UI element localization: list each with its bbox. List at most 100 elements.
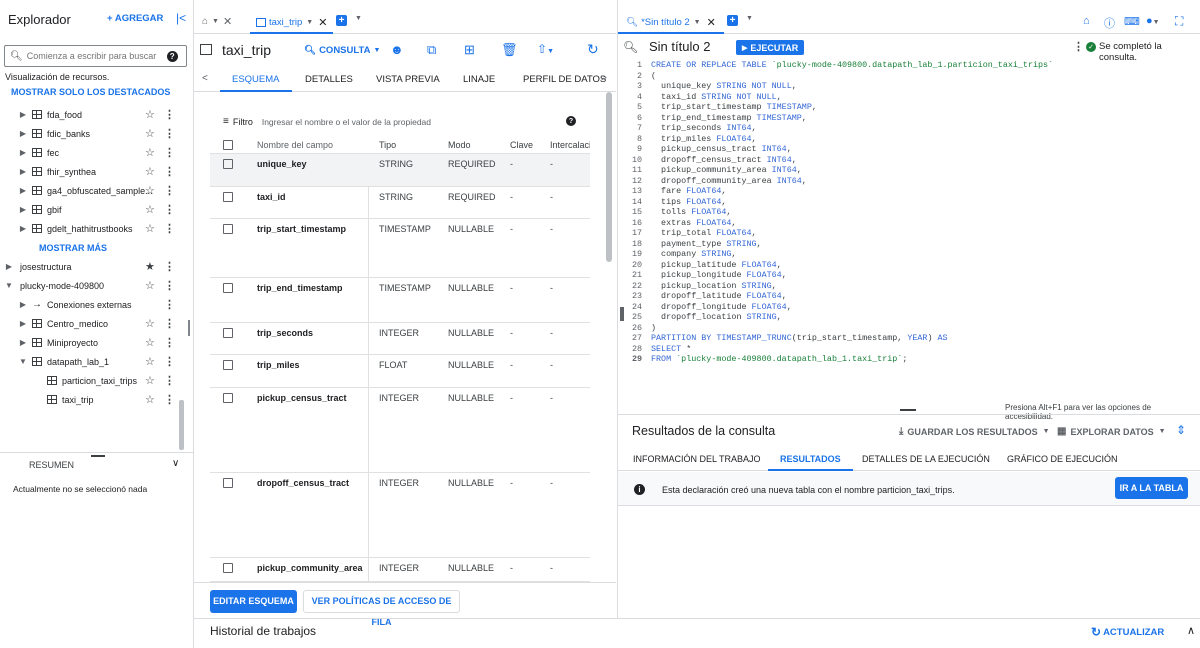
row-checkbox[interactable] (223, 224, 233, 234)
share-icon[interactable]: ☻ (390, 42, 404, 57)
project-item[interactable]: ▼ plucky-mode-409800 ☆ ⋮ (0, 276, 180, 295)
tree-item[interactable]: ▶ fhir_synthea ☆ ⋮ (0, 162, 180, 181)
search-box[interactable]: 🔍︎ ? (4, 45, 187, 67)
tree-item[interactable]: ▶ Centro_medico ☆ ⋮ (0, 314, 180, 333)
tab-job-info[interactable]: INFORMACIÓN DEL TRABAJO (633, 454, 761, 464)
more-icon[interactable]: ⋮ (164, 393, 175, 406)
star-icon[interactable]: ☆ (145, 184, 155, 197)
help-icon[interactable]: ? (166, 50, 178, 62)
sql-code[interactable]: CREATE OR REPLACE TABLE `plucky-mode-409… (651, 60, 1053, 365)
chevron-right-icon[interactable]: ▶ (18, 224, 28, 233)
more-icon[interactable]: ⋮ (164, 279, 175, 292)
more-icon[interactable]: ⋮ (164, 298, 175, 311)
refresh-history-button[interactable]: ↻ ACTUALIZAR (1091, 625, 1164, 639)
refresh-icon[interactable]: ↻ (587, 41, 599, 58)
row-checkbox[interactable] (223, 563, 233, 573)
star-icon[interactable]: ☆ (145, 108, 155, 121)
more-icon[interactable]: ⋮ (164, 203, 175, 216)
more-icon[interactable]: ⋮ (164, 127, 175, 140)
new-tab-icon[interactable]: + (336, 15, 347, 26)
tab-execution-details[interactable]: DETALLES DE LA EJECUCIÓN (862, 454, 990, 464)
home-icon[interactable]: ⌂ (1083, 15, 1090, 27)
run-button[interactable]: ▶ EJECUTAR (736, 40, 805, 55)
tree-item[interactable]: ▶ ga4_obfuscated_sample... ☆ ⋮ (0, 181, 180, 200)
table-row[interactable]: trip_start_timestamp TIMESTAMP NULLABLE - - (210, 219, 590, 278)
export-icon[interactable]: ⇧▼ (537, 42, 554, 56)
bulb-icon[interactable]: ●▼ (1146, 15, 1160, 27)
info-icon[interactable]: ⓘ (1104, 15, 1115, 31)
select-all-checkbox[interactable] (223, 140, 233, 150)
more-icon[interactable]: ⋮ (164, 222, 175, 235)
star-icon[interactable]: ☆ (145, 165, 155, 178)
more-icon[interactable]: ⋮ (164, 184, 175, 197)
new-tab-icon[interactable]: + (727, 15, 738, 26)
table-row[interactable]: trip_miles FLOAT NULLABLE - - (210, 355, 590, 388)
chevron-right-icon[interactable]: ▶ (18, 338, 28, 347)
close-icon[interactable]: ✕ (318, 16, 327, 29)
chevron-down-icon[interactable]: ▼ (18, 357, 28, 366)
more-icon[interactable]: ⋮ (164, 108, 175, 121)
expand-icon[interactable]: ⇕ (1176, 423, 1186, 437)
fullscreen-icon[interactable]: ⛶ (1175, 14, 1183, 29)
row-policy-button[interactable]: VER POLÍTICAS DE ACCESO DE FILA (303, 590, 460, 627)
star-icon[interactable]: ☆ (145, 127, 155, 140)
tabs-scroll-left-icon[interactable]: < (202, 73, 208, 84)
editor-resize-handle[interactable] (620, 307, 624, 321)
row-checkbox[interactable] (223, 192, 233, 202)
chevron-right-icon[interactable]: ▶ (4, 262, 14, 271)
star-icon[interactable]: ☆ (145, 374, 155, 387)
star-icon[interactable]: ☆ (145, 355, 155, 368)
tab-linaje[interactable]: LINAJE (463, 74, 495, 85)
chevron-down-icon[interactable]: ▼ (4, 281, 14, 290)
more-icon[interactable]: ⋮ (164, 317, 175, 330)
tree-item[interactable]: ▶ fec ☆ ⋮ (0, 143, 180, 162)
help-icon[interactable]: ? (566, 116, 576, 126)
tree-item[interactable]: ▶ Miniproyecto ☆ ⋮ (0, 333, 180, 352)
star-filled-icon[interactable]: ★ (145, 260, 155, 273)
tree-item[interactable]: ▼ datapath_lab_1 ☆ ⋮ (0, 352, 180, 371)
row-checkbox[interactable] (223, 393, 233, 403)
row-checkbox[interactable] (223, 283, 233, 293)
table-item[interactable]: particion_taxi_trips ☆ ⋮ (0, 371, 180, 390)
tab-execution-graph[interactable]: GRÁFICO DE EJECUCIÓN (1007, 454, 1118, 464)
star-icon[interactable]: ☆ (145, 317, 155, 330)
tab-results[interactable]: RESULTADOS (768, 447, 853, 471)
more-icon[interactable]: ⋮ (164, 336, 175, 349)
table-row[interactable]: trip_seconds INTEGER NULLABLE - - (210, 323, 590, 355)
row-checkbox[interactable] (223, 478, 233, 488)
more-icon[interactable]: ⋮ (1073, 40, 1084, 53)
save-results-button[interactable]: ⤓ GUARDAR LOS RESULTADOS ▼ (899, 426, 1050, 437)
tree-item[interactable]: ▶ fdic_banks ☆ ⋮ (0, 124, 180, 143)
close-icon[interactable]: ✕ (707, 16, 716, 29)
tree-item[interactable]: ▶ gdelt_hathitrustbooks ☆ ⋮ (0, 219, 180, 238)
home-tab[interactable]: ⌂ ▼ ✕ (202, 15, 232, 28)
chevron-right-icon[interactable]: ▶ (18, 186, 28, 195)
star-icon[interactable]: ☆ (145, 279, 155, 292)
star-icon[interactable]: ☆ (145, 146, 155, 159)
tree-item[interactable]: ▶ gbif ☆ ⋮ (0, 200, 180, 219)
show-more-link[interactable]: MOSTRAR MÁS (39, 243, 107, 253)
resize-handle[interactable] (188, 320, 190, 336)
project-item[interactable]: ▶ josestructura ★ ⋮ (0, 257, 180, 276)
table-item[interactable]: taxi_trip ☆ ⋮ (0, 390, 180, 409)
schema-scrollbar[interactable] (606, 92, 612, 262)
explore-data-button[interactable]: ▦ EXPLORAR DATOS ▼ (1057, 426, 1166, 437)
row-checkbox[interactable] (223, 360, 233, 370)
tab-menu-icon[interactable]: ▼ (746, 15, 753, 22)
star-icon[interactable]: ☆ (145, 203, 155, 216)
tab-perfil-datos[interactable]: PERFIL DE DATOS (523, 74, 606, 85)
explorer-scrollbar[interactable] (179, 400, 184, 450)
delete-icon[interactable]: 🗑︎ (501, 42, 518, 58)
table-row[interactable]: unique_key STRING REQUIRED - - (210, 154, 590, 187)
close-icon[interactable]: ✕ (223, 15, 232, 28)
code-editor[interactable]: 1 2 3 4 5 6 7 8 9 10 11 12 13 14 15 16 17 18 19 20 21 22 23 24 2… (618, 60, 1200, 414)
chevron-right-icon[interactable]: ▶ (18, 319, 28, 328)
tab-esquema[interactable]: ESQUEMA (220, 67, 292, 92)
more-icon[interactable]: ⋮ (164, 355, 175, 368)
drag-handle[interactable] (900, 409, 916, 411)
star-icon[interactable]: ☆ (145, 222, 155, 235)
collapse-history-icon[interactable]: ∧ (1187, 624, 1195, 637)
more-icon[interactable]: ⋮ (164, 146, 175, 159)
row-checkbox[interactable] (223, 159, 233, 169)
chevron-right-icon[interactable]: ▶ (18, 110, 28, 119)
